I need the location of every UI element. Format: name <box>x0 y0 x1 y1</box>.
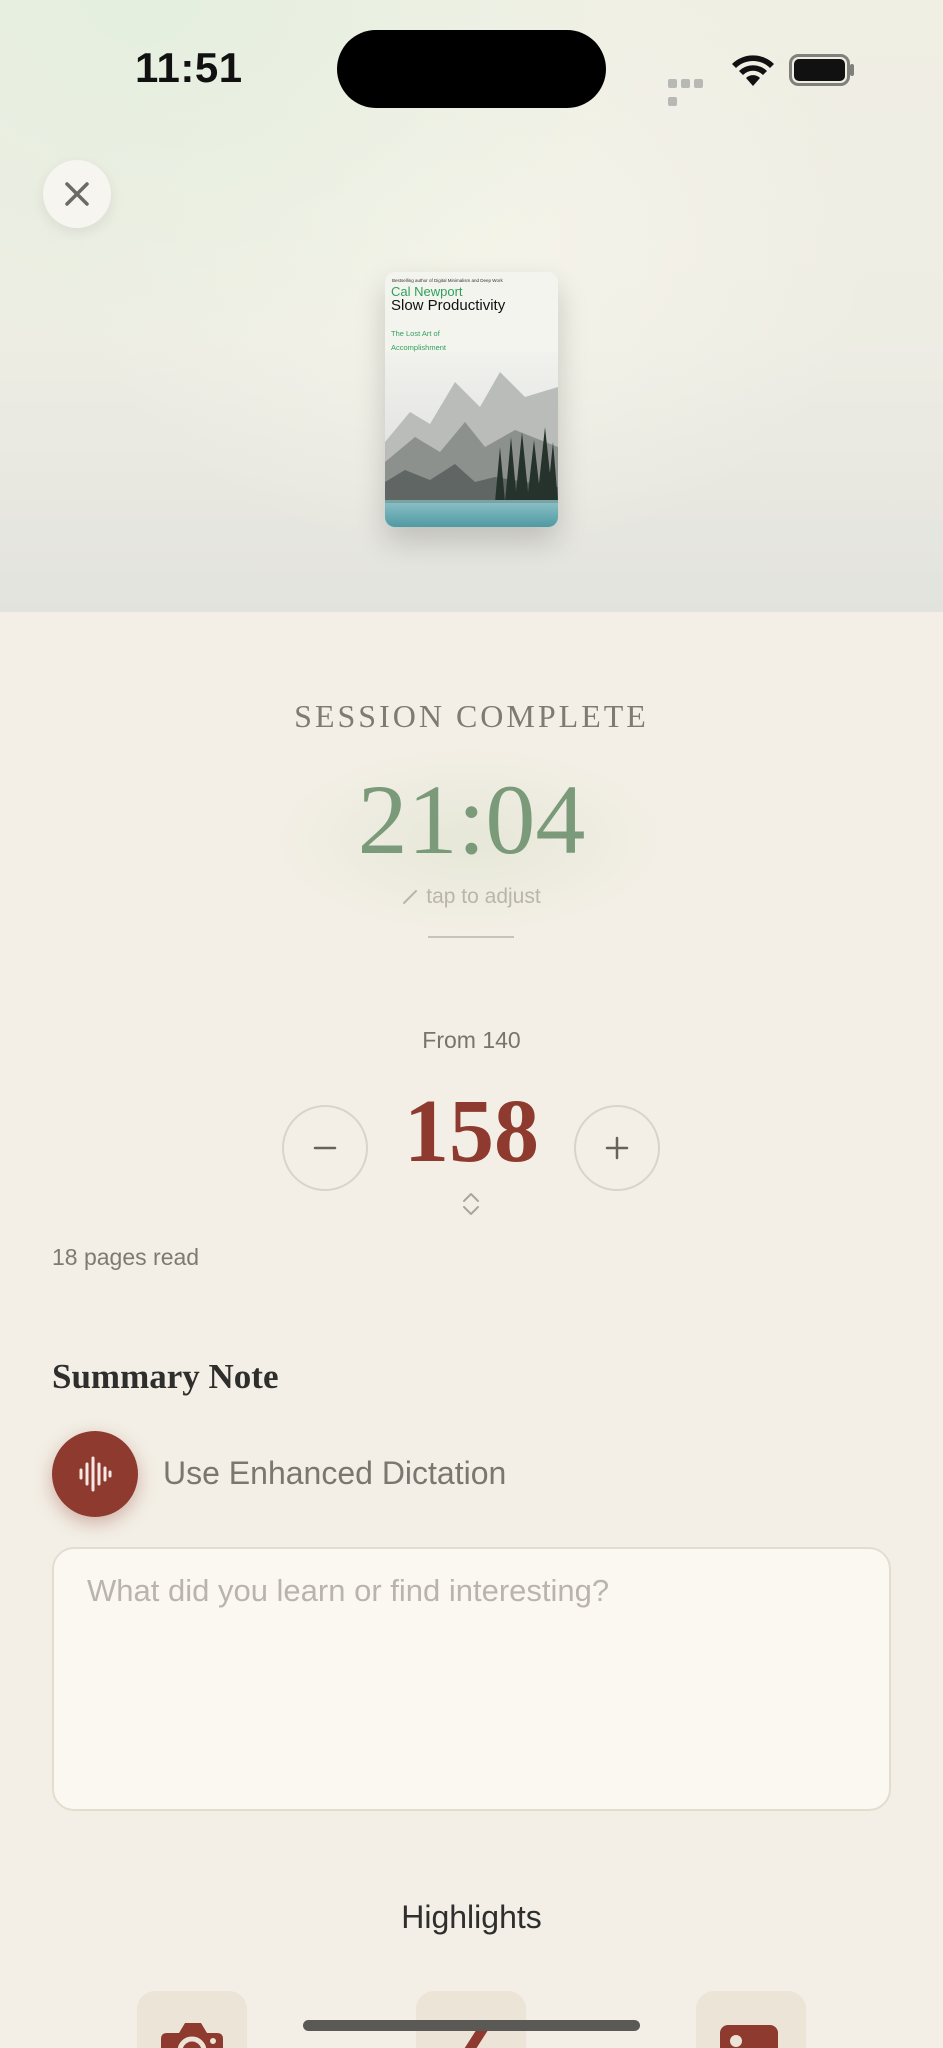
camera-icon <box>161 2023 223 2048</box>
start-page-label: From 140 <box>422 1027 521 1053</box>
current-page-value[interactable]: 158 <box>0 1080 943 1183</box>
close-button[interactable] <box>43 160 111 228</box>
battery-icon <box>789 54 854 86</box>
book-tagline: Bestselling author of Digital Minimalism… <box>392 278 503 283</box>
summary-note-title: Summary Note <box>52 1357 279 1396</box>
wifi-icon <box>732 55 774 86</box>
enhanced-dictation-button[interactable] <box>52 1431 138 1517</box>
enhanced-dictation-label[interactable]: Use Enhanced Dictation <box>163 1455 506 1492</box>
increment-page-button[interactable] <box>574 1105 660 1191</box>
camera-highlight-button[interactable] <box>137 1991 247 2048</box>
book-cover: Bestselling author of Digital Minimalism… <box>385 272 558 527</box>
highlights-title: Highlights <box>401 1899 542 1935</box>
book-cover-art <box>385 352 558 527</box>
home-indicator[interactable] <box>303 2020 640 2031</box>
signal-icon <box>668 75 718 106</box>
status-bar: 11:51 <box>0 0 943 140</box>
summary-note-input[interactable] <box>52 1547 891 1811</box>
session-complete-label: SESSION COMPLETE <box>294 698 649 734</box>
plus-icon <box>605 1136 629 1160</box>
status-time: 11:51 <box>135 44 243 91</box>
timer-divider <box>428 936 514 938</box>
photo-highlight-button[interactable] <box>696 1991 806 2048</box>
session-duration[interactable]: 21:04 <box>0 762 943 877</box>
adjust-hint-text: tap to adjust <box>426 885 541 908</box>
photo-icon <box>720 2025 778 2048</box>
book-title: Slow Productivity <box>391 297 506 314</box>
pages-read-count: 18 pages read <box>52 1244 200 1270</box>
dynamic-island <box>337 30 606 108</box>
adjust-duration-hint[interactable]: tap to adjust <box>0 885 943 909</box>
chevron-updown-icon[interactable] <box>460 1191 482 1217</box>
close-icon <box>65 182 89 206</box>
pencil-icon <box>403 890 418 905</box>
waveform-icon <box>79 1456 112 1492</box>
